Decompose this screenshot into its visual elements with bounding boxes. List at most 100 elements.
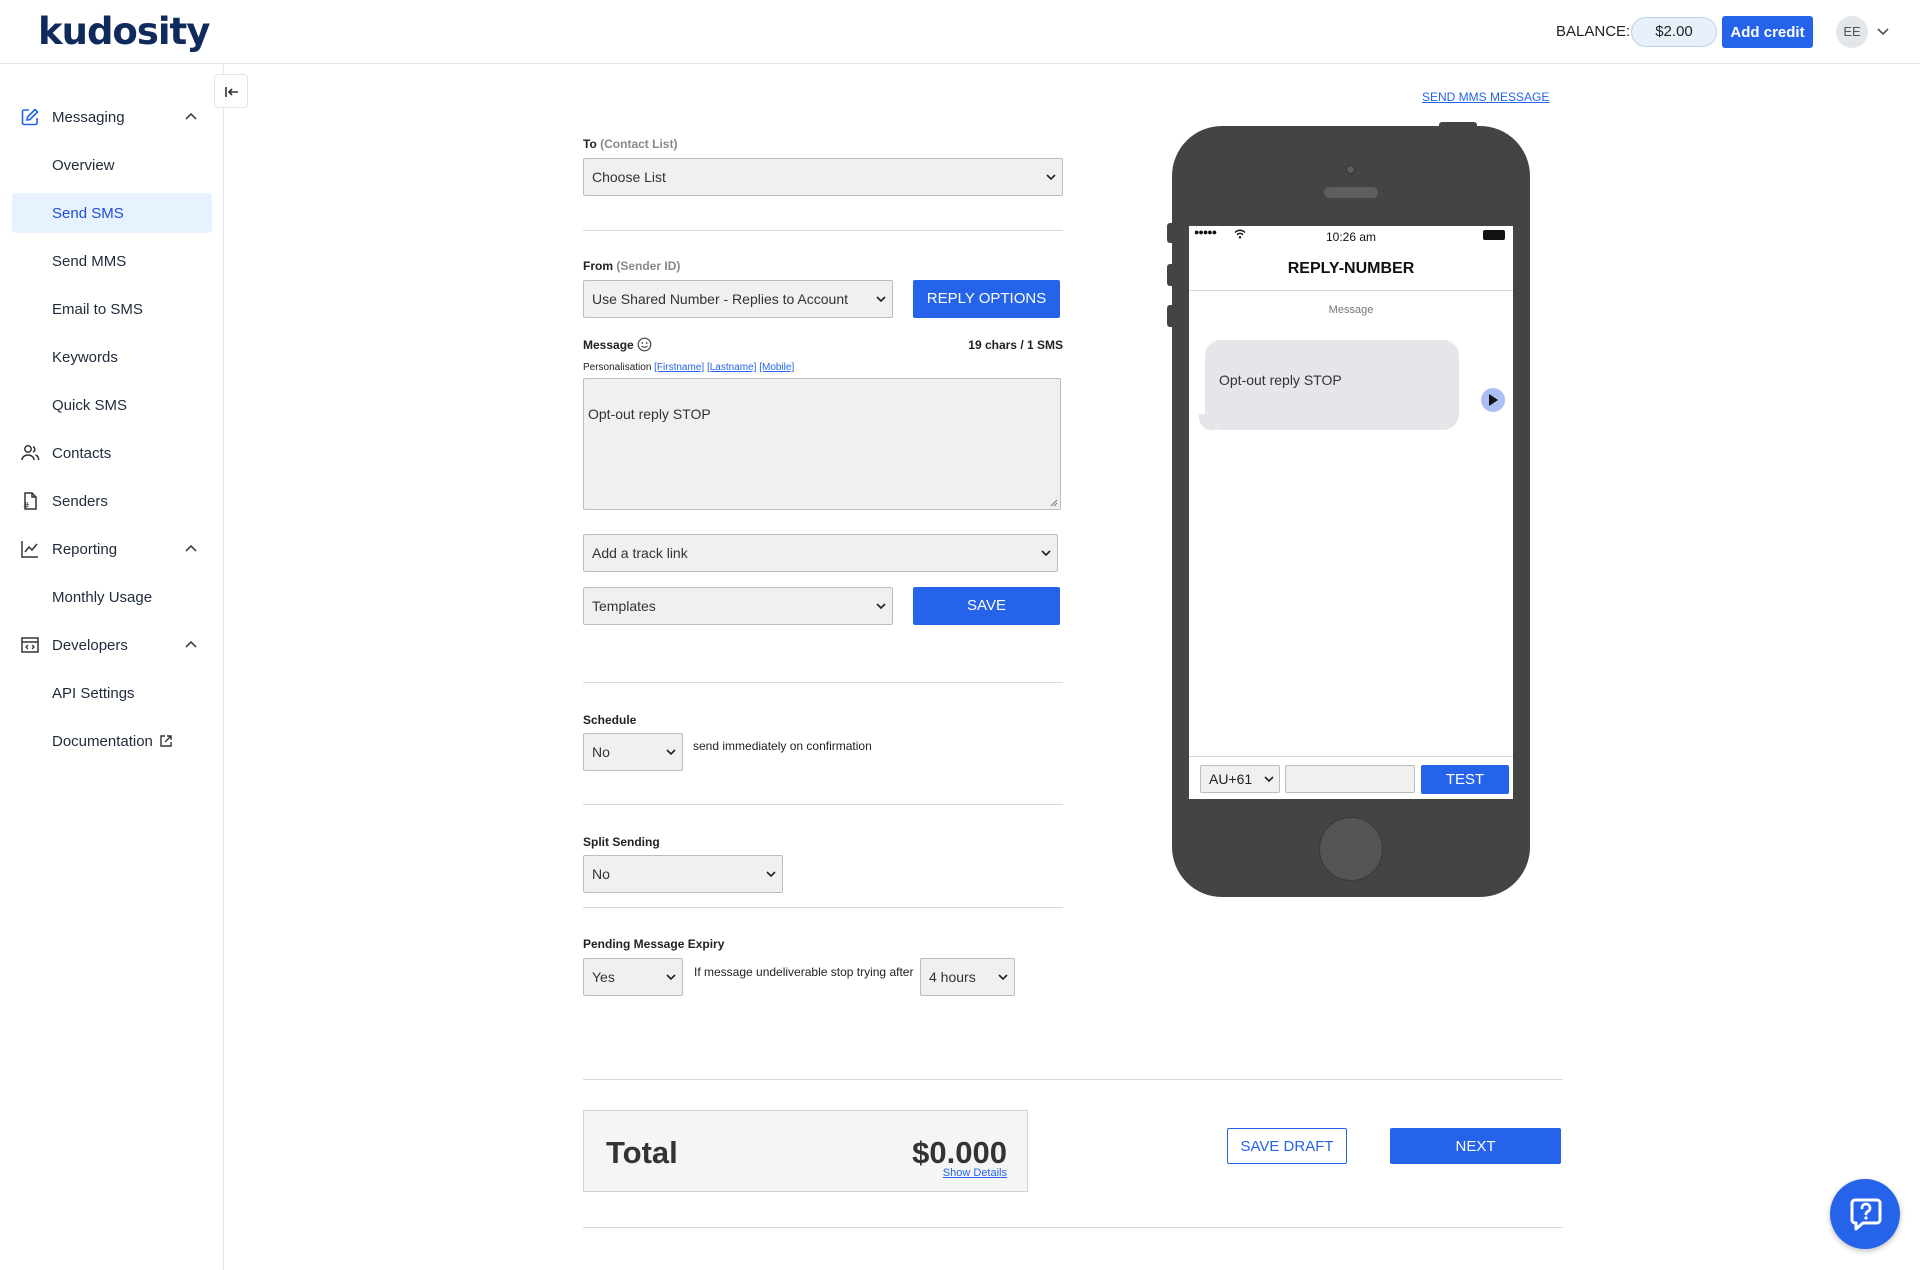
chevron-down-icon [766, 871, 776, 878]
divider [583, 682, 1063, 683]
kudosity-logo[interactable]: kudosity [38, 10, 210, 53]
sender-id-value: Use Shared Number - Replies to Account [592, 291, 849, 307]
message-text: Opt-out reply STOP [588, 406, 711, 422]
phone-camera [1346, 165, 1355, 174]
expiry-value: Yes [592, 969, 615, 985]
save-draft-button[interactable]: SAVE DRAFT [1227, 1128, 1347, 1164]
sidebar-item-label: Senders [52, 493, 108, 510]
schedule-label: Schedule [583, 713, 637, 727]
sidebar-item-label: Developers [52, 637, 128, 654]
sidebar-item-send-sms[interactable]: Send SMS [12, 193, 212, 233]
total-label: Total [606, 1135, 678, 1170]
sidebar-item-monthly-usage[interactable]: Monthly Usage [12, 577, 212, 617]
divider [583, 907, 1063, 908]
save-template-button[interactable]: SAVE [913, 587, 1060, 625]
tag-mobile-link[interactable]: [Mobile] [759, 362, 794, 373]
next-button[interactable]: NEXT [1390, 1128, 1561, 1164]
message-preview-label: Message [1328, 304, 1374, 316]
country-code-value: AU+61 [1209, 771, 1253, 787]
personalisation-row: Personalisation [Firstname] [Lastname] [… [583, 362, 794, 373]
chevron-up-icon[interactable] [184, 638, 198, 652]
chevron-down-icon [998, 974, 1008, 981]
sidebar-item-label: Contacts [52, 445, 112, 462]
from-label-text: From [583, 259, 613, 273]
message-bubble: Opt-out reply STOP [1205, 340, 1459, 430]
templates-value: Templates [592, 598, 656, 614]
chevron-down-icon[interactable] [1876, 24, 1890, 38]
contact-list-select[interactable]: Choose List [583, 158, 1063, 196]
sidebar-item-label: Monthly Usage [52, 589, 153, 606]
tag-lastname-link[interactable]: [Lastname] [707, 362, 756, 373]
sidebar-item-developers[interactable]: Developers [12, 625, 212, 665]
expiry-hours-value: 4 hours [929, 969, 976, 985]
emoji-icon[interactable] [637, 337, 652, 352]
sidebar-item-reporting[interactable]: Reporting [12, 529, 212, 569]
sidebar-item-api-settings[interactable]: API Settings [12, 673, 212, 713]
sidebar-item-label: Messaging [52, 109, 125, 126]
contact-list-value: Choose List [592, 169, 666, 185]
collapse-sidebar-button[interactable] [214, 74, 248, 108]
chart-icon [21, 541, 38, 558]
senders-icon: # [23, 492, 37, 510]
show-details-link[interactable]: Show Details [943, 1167, 1007, 1179]
reply-options-button[interactable]: REPLY OPTIONS [913, 280, 1060, 318]
chevron-down-icon [1264, 776, 1274, 783]
templates-select[interactable]: Templates [583, 587, 893, 625]
sidebar-item-contacts[interactable]: Contacts [12, 433, 212, 473]
external-link-icon [160, 735, 172, 747]
track-link-select[interactable]: Add a track link [583, 534, 1058, 572]
expiry-label: Pending Message Expiry [583, 937, 725, 951]
expiry-select[interactable]: Yes [583, 958, 683, 996]
schedule-value: No [592, 744, 610, 760]
code-window-icon [21, 637, 39, 653]
reply-number-title: REPLY-NUMBER [1287, 260, 1415, 277]
add-credit-button[interactable]: Add credit [1722, 16, 1813, 48]
to-sub-label: (Contact List) [600, 137, 678, 151]
sidebar-item-messaging[interactable]: Messaging [12, 97, 212, 137]
chat-help-icon [1850, 1198, 1882, 1231]
sidebar-item-email-to-sms[interactable]: Email to SMS [12, 289, 212, 329]
sender-id-select[interactable]: Use Shared Number - Replies to Account [583, 280, 893, 318]
country-code-select[interactable]: AU+61 [1200, 765, 1280, 793]
message-textarea[interactable]: Opt-out reply STOP [583, 378, 1061, 510]
test-button[interactable]: TEST [1421, 765, 1509, 794]
split-sending-select[interactable]: No [583, 855, 783, 893]
test-number-input[interactable] [1285, 765, 1415, 793]
help-chat-button[interactable] [1830, 1179, 1900, 1249]
user-avatar[interactable]: EE [1836, 16, 1868, 48]
status-bar: ●●●●● 10:26 am [1189, 226, 1513, 244]
sidebar-item-quick-sms[interactable]: Quick SMS [12, 385, 212, 425]
send-mms-message-link[interactable]: SEND MMS MESSAGE [1422, 90, 1549, 104]
svg-text:#: # [23, 501, 30, 510]
sidebar-item-overview[interactable]: Overview [12, 145, 212, 185]
chevron-up-icon[interactable] [184, 110, 198, 124]
chevron-down-icon [666, 974, 676, 981]
tag-firstname-link[interactable]: [Firstname] [654, 362, 704, 373]
sidebar-item-documentation[interactable]: Documentation [12, 721, 212, 761]
split-sending-label: Split Sending [583, 835, 660, 849]
sidebar: Messaging Overview Send SMS Send MMS Ema… [0, 65, 224, 1270]
play-icon [1489, 394, 1498, 406]
chevron-up-icon[interactable] [184, 542, 198, 556]
sidebar-item-label: Documentation [52, 733, 153, 750]
expiry-hours-select[interactable]: 4 hours [920, 958, 1015, 996]
track-link-value: Add a track link [592, 545, 688, 561]
to-label: To (Contact List) [583, 137, 677, 151]
divider [583, 1079, 1563, 1080]
resize-grip-icon[interactable] [1049, 498, 1058, 507]
schedule-select[interactable]: No [583, 733, 683, 771]
sidebar-item-senders[interactable]: # Senders [12, 481, 212, 521]
from-label: From (Sender ID) [583, 259, 680, 273]
phone-home-button [1319, 817, 1383, 881]
from-sub-label: (Sender ID) [616, 259, 681, 273]
message-label-text: Message [583, 338, 634, 352]
sidebar-item-label: Send SMS [52, 205, 124, 222]
contacts-icon [21, 445, 40, 461]
divider [1189, 290, 1513, 291]
sidebar-item-send-mms[interactable]: Send MMS [12, 241, 212, 281]
sidebar-item-keywords[interactable]: Keywords [12, 337, 212, 377]
sidebar-item-label: Overview [52, 157, 115, 174]
divider [1189, 756, 1513, 757]
chevron-down-icon [666, 749, 676, 756]
play-button[interactable] [1481, 388, 1505, 412]
